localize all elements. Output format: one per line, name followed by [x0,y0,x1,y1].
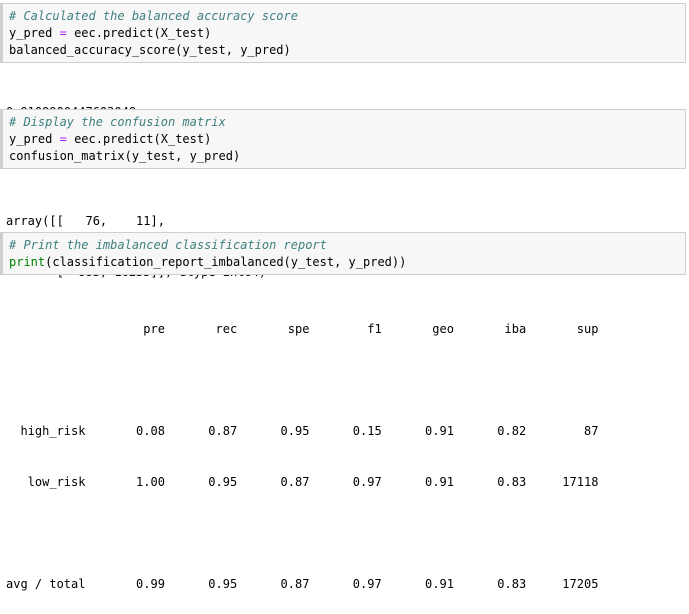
report-row-high-risk: high_risk 0.08 0.87 0.95 0.15 0.91 0.82 … [6,424,599,438]
code-cell-balanced-accuracy[interactable]: # Calculated the balanced accuracy score… [0,3,686,63]
code-editor[interactable]: # Display the confusion matrix y_pred = e… [3,110,685,169]
report-blank [6,525,680,542]
report-row-low-risk: low_risk 1.00 0.95 0.87 0.97 0.91 0.83 1… [6,475,599,489]
report-row-avg-total: avg / total 0.99 0.95 0.87 0.97 0.91 0.8… [6,577,599,591]
code-line: y_pred = eec.predict(X_test) [9,132,212,146]
code-cell-classification-report[interactable]: # Print the imbalanced classification re… [0,232,686,275]
code-line: y_pred = eec.predict(X_test) [9,26,212,40]
code-comment: # Print the imbalanced classification re… [9,238,327,252]
code-line: print(classification_report_imbalanced(y… [9,255,407,269]
output-text: array([[ 76, 11], [6,214,165,228]
cell-output-classification-report: pre rec spe f1 geo iba sup high_risk 0.0… [0,283,686,614]
code-line: confusion_matrix(y_test, y_pred) [9,149,241,163]
report-header: pre rec spe f1 geo iba sup [6,322,599,336]
code-comment: # Calculated the balanced accuracy score [9,9,298,23]
code-editor[interactable]: # Print the imbalanced classification re… [3,233,685,275]
code-comment: # Display the confusion matrix [9,115,226,129]
code-editor[interactable]: # Calculated the balanced accuracy score… [3,4,685,63]
code-line: balanced_accuracy_score(y_test, y_pred) [9,43,291,57]
report-blank [6,372,680,389]
code-cell-confusion-matrix[interactable]: # Display the confusion matrix y_pred = e… [0,109,686,169]
